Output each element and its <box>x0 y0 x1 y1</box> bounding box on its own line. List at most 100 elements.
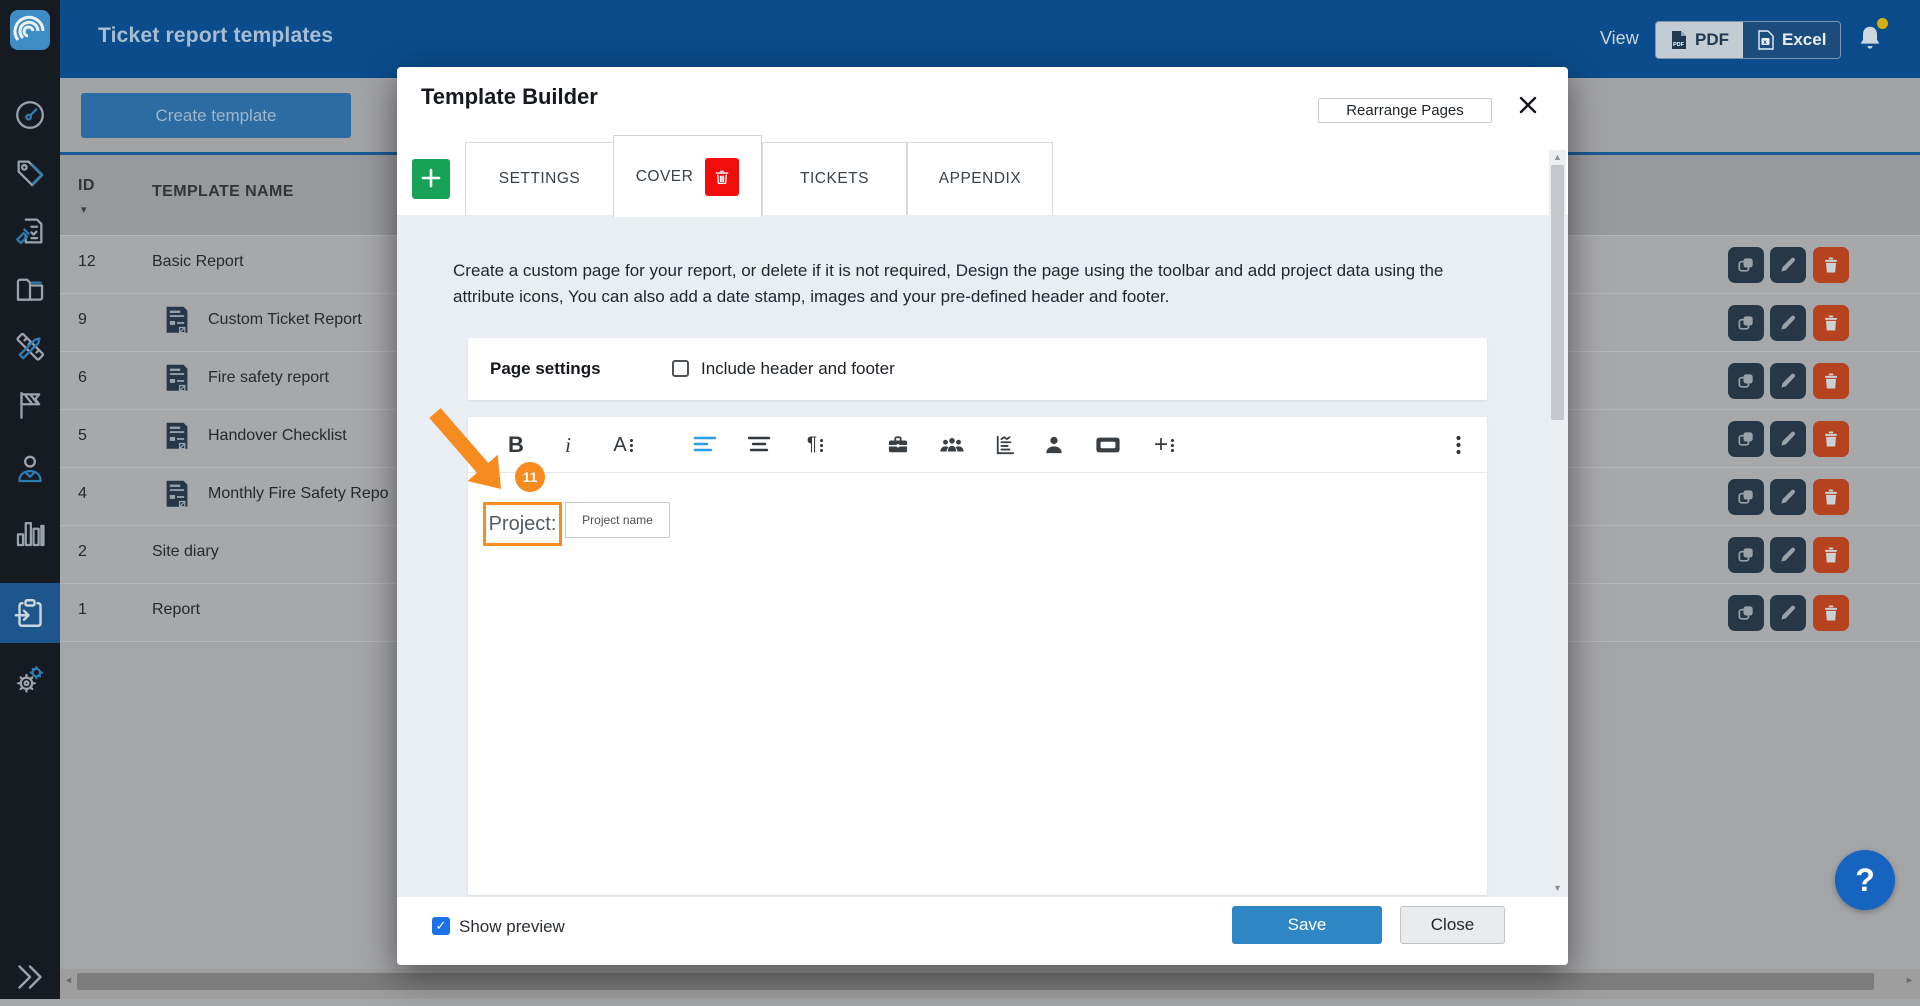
copy-template-button[interactable] <box>1728 305 1764 341</box>
edit-template-button[interactable] <box>1770 247 1806 283</box>
page-title: Ticket report templates <box>98 24 333 48</box>
delete-page-button[interactable] <box>705 158 739 196</box>
show-preview-checkbox[interactable]: ✓ <box>432 917 450 935</box>
pdf-view-button[interactable]: PDF PDF <box>1656 22 1743 58</box>
close-button[interactable]: Close <box>1400 906 1505 944</box>
tab-label: COVER <box>636 168 694 186</box>
row-name: Report <box>152 601 200 619</box>
delete-trash-icon <box>1825 374 1837 389</box>
edit-template-button[interactable] <box>1770 595 1806 631</box>
horizontal-scrollbar-thumb[interactable] <box>77 973 1874 990</box>
tab-settings[interactable]: SETTINGS <box>465 142 614 215</box>
attribute-briefcase-button[interactable] <box>883 429 913 461</box>
add-page-tab-button[interactable] <box>412 159 450 199</box>
scroll-right-icon[interactable]: ► <box>1905 975 1914 985</box>
sidebar-item-audits[interactable] <box>0 202 60 260</box>
tab-appendix[interactable]: APPENDIX <box>907 142 1053 215</box>
create-template-button[interactable]: Create template <box>81 93 351 138</box>
save-button[interactable]: Save <box>1232 906 1382 944</box>
delete-trash-icon <box>1825 432 1837 447</box>
font-size-button[interactable]: A <box>606 429 640 461</box>
include-header-footer-checkbox[interactable] <box>672 360 689 377</box>
scroll-up-icon[interactable]: ▲ <box>1549 152 1566 162</box>
edit-template-button[interactable] <box>1770 421 1806 457</box>
sidebar-item-tags[interactable] <box>0 144 60 202</box>
copy-template-button[interactable] <box>1728 595 1764 631</box>
logo-swirl-icon <box>10 10 50 50</box>
page-settings-title: Page settings <box>490 359 601 379</box>
tab-cover-active[interactable]: COVER <box>613 135 762 217</box>
include-header-footer-label: Include header and footer <box>701 359 895 379</box>
sort-caret-icon[interactable]: ▾ <box>81 203 87 216</box>
excel-view-button[interactable]: x Excel <box>1743 22 1840 58</box>
tab-tickets[interactable]: TICKETS <box>762 142 907 215</box>
scroll-left-icon[interactable]: ◄ <box>64 975 73 985</box>
modal-vertical-scrollbar[interactable]: ▲ ▼ <box>1549 150 1566 895</box>
delete-template-button[interactable] <box>1813 537 1849 573</box>
pdf-file-icon: PDF <box>1670 30 1688 50</box>
attribute-team-button[interactable] <box>936 429 968 461</box>
attribute-person-button[interactable] <box>1040 429 1068 461</box>
delete-template-button[interactable] <box>1813 305 1849 341</box>
edit-pencil-icon <box>1781 490 1795 504</box>
copy-template-button[interactable] <box>1728 537 1764 573</box>
delete-template-button[interactable] <box>1813 247 1849 283</box>
plus-icon <box>420 167 442 189</box>
copy-template-button[interactable] <box>1728 421 1764 457</box>
attribute-chart-button[interactable] <box>990 429 1020 461</box>
delete-template-button[interactable] <box>1813 421 1849 457</box>
delete-template-button[interactable] <box>1813 363 1849 399</box>
person-icon <box>13 452 47 486</box>
column-header-name[interactable]: TEMPLATE NAME <box>152 183 294 201</box>
rearrange-pages-button[interactable]: Rearrange Pages <box>1318 98 1492 123</box>
align-left-button[interactable] <box>690 429 720 461</box>
align-center-button[interactable] <box>744 429 774 461</box>
sidebar-item-people[interactable] <box>0 440 60 498</box>
close-icon[interactable] <box>1518 95 1540 117</box>
attribute-ticket-button[interactable] <box>1092 429 1124 461</box>
edit-template-button[interactable] <box>1770 363 1806 399</box>
sidebar-item-settings[interactable] <box>0 650 60 708</box>
bar-chart-icon <box>13 516 47 550</box>
sidebar-item-dashboard[interactable] <box>0 86 60 144</box>
person-filled-icon <box>1044 435 1064 455</box>
edit-template-button[interactable] <box>1770 537 1806 573</box>
copy-template-button[interactable] <box>1728 247 1764 283</box>
editor-overflow-button[interactable] <box>1448 429 1468 461</box>
copy-icon <box>1744 258 1753 267</box>
copy-template-button[interactable] <box>1728 479 1764 515</box>
horizontal-scrollbar[interactable]: ◄ ► <box>60 969 1920 999</box>
cover-editor-card: B i A ¶ <box>468 417 1487 895</box>
add-attribute-button[interactable]: + <box>1146 429 1182 461</box>
sidebar-item-reports-active[interactable] <box>0 583 60 643</box>
sidebar-item-measure[interactable] <box>0 318 60 376</box>
audit-document-icon <box>13 214 47 248</box>
vertical-scrollbar-thumb[interactable] <box>1551 165 1564 420</box>
sidebar-item-folders[interactable] <box>0 260 60 318</box>
delete-template-button[interactable] <box>1813 595 1849 631</box>
sidebar-item-statistics[interactable] <box>0 504 60 562</box>
paragraph-button[interactable]: ¶ <box>798 429 832 461</box>
scroll-down-icon[interactable]: ▼ <box>1549 883 1566 893</box>
sidebar-item-flags[interactable] <box>0 376 60 434</box>
dropdown-dots-icon <box>820 438 823 452</box>
copy-template-button[interactable] <box>1728 363 1764 399</box>
edit-template-button[interactable] <box>1770 479 1806 515</box>
help-button[interactable]: ? <box>1835 850 1895 910</box>
show-preview-label: Show preview <box>459 917 565 937</box>
collapse-chevrons-icon <box>12 959 48 995</box>
overflow-dots-icon <box>1456 435 1461 455</box>
row-id: 6 <box>78 369 87 387</box>
sidebar-collapse[interactable] <box>0 948 60 1006</box>
italic-button[interactable]: i <box>556 429 580 461</box>
report-template-icon <box>164 479 190 511</box>
modal-footer: ✓ Show preview Save Close <box>397 897 1568 965</box>
annotation-step-badge: 11 <box>515 462 545 492</box>
edit-template-button[interactable] <box>1770 305 1806 341</box>
project-label-field[interactable]: Project: <box>483 502 562 546</box>
app-logo[interactable] <box>10 10 50 50</box>
project-name-attribute-chip[interactable]: Project name <box>565 502 670 538</box>
column-header-id[interactable]: ID <box>78 177 95 195</box>
check-icon: ✓ <box>436 918 447 934</box>
delete-template-button[interactable] <box>1813 479 1849 515</box>
